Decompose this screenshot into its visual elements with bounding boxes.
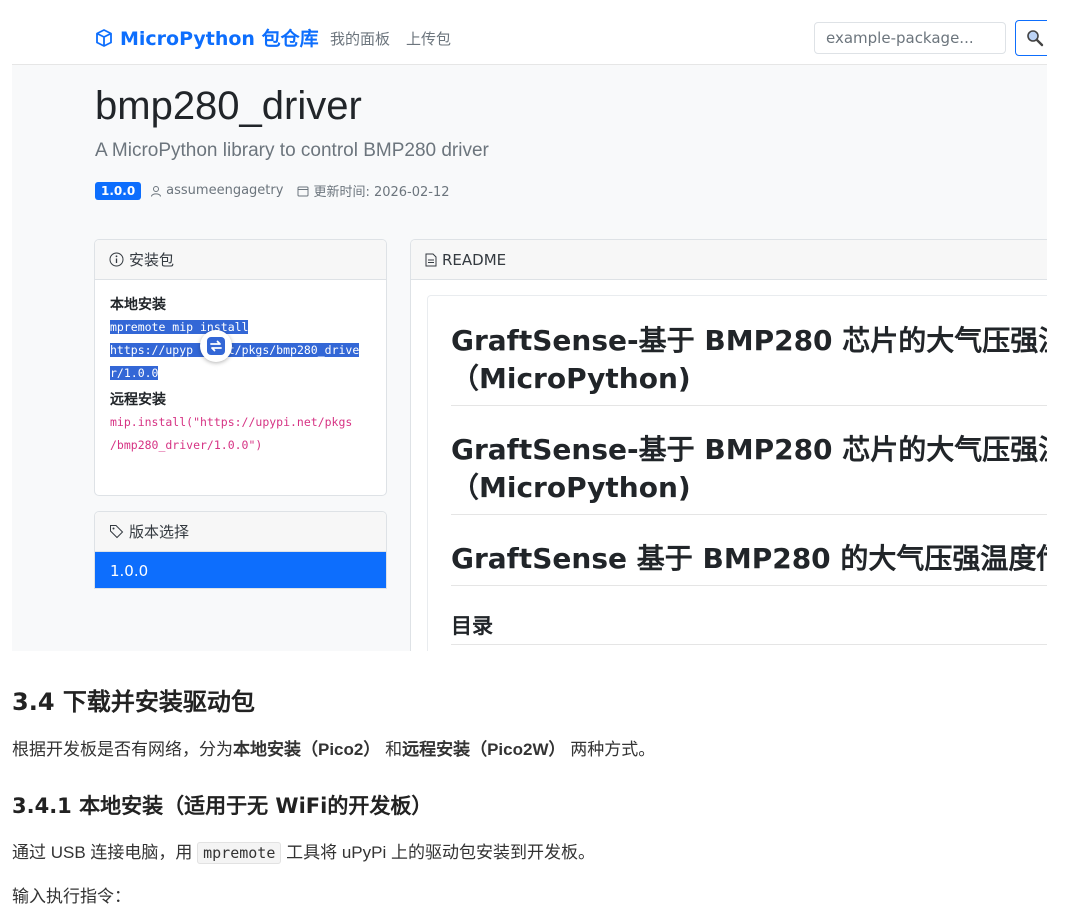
heading-divider [451, 405, 1047, 406]
paragraph-install-methods: 根据开发板是否有网络，分为本地安装（Pico2） 和远程安装（Pico2W） 两… [12, 740, 656, 759]
remote-install-command[interactable]: mip.install("https://upypi.net/pkgs /bmp… [110, 411, 371, 457]
heading-divider [451, 644, 1047, 645]
install-card-header: 安装包 [95, 240, 386, 280]
info-icon [109, 252, 124, 267]
section-heading-3-4: 3.4 下载并安装驱动包 [12, 688, 255, 716]
version-badge: 1.0.0 [95, 181, 142, 200]
install-card: 安装包 本地安装 mpremote mip install https://up… [94, 239, 387, 496]
local-install-title: 本地安装 [110, 297, 166, 313]
local-cmd-line-3: t/pkgs/bmp280_drive [227, 343, 360, 357]
readme-card-title: README [442, 250, 507, 269]
paragraph-enter-command: 输入执行指令： [12, 887, 131, 906]
package-title: bmp280_driver [95, 84, 362, 128]
nav-link-upload[interactable]: 上传包 [406, 28, 451, 49]
updated-time: 更新时间: 2026-02-12 [313, 185, 450, 200]
remote-cmd-line-1: mip.install("https://upypi.net/pkgs [110, 415, 353, 429]
tag-icon [110, 525, 124, 539]
section-heading-3-4-1: 3.4.1 本地安装（适用于无 WiFi的开发板） [12, 794, 433, 818]
browser-screenshot: MicroPython 包仓库 我的面板 上传包 example-package… [12, 0, 1047, 651]
search-icon [1027, 30, 1044, 47]
version-item[interactable]: 1.0.0 [95, 552, 386, 588]
readme-heading-1: GraftSense-基于 BMP280 芯片的大气压强温 （MicroPytho… [451, 324, 1047, 395]
version-card: 版本选择 1.0.0 [94, 511, 387, 589]
paragraph-usb-install: 通过 USB 连接电脑，用 mpremote 工具将 uPyPi 上的驱动包安装… [12, 842, 595, 864]
package-meta: 1.0.0 assumeengagetry 更新时间: 2026-02-12 [95, 181, 450, 200]
readme-heading-2: GraftSense-基于 BMP280 芯片的大气压强温 （MicroPytho… [451, 433, 1047, 504]
calendar-icon [297, 186, 309, 196]
author-name: assumeengagetry [166, 183, 284, 198]
person-icon [151, 185, 162, 197]
search-button[interactable] [1015, 20, 1047, 56]
readme-card-header: README [411, 240, 1047, 280]
readme-heading-3: GraftSense 基于 BMP280 的大气压强温度传 [451, 542, 1047, 575]
navbar: MicroPython 包仓库 我的面板 上传包 example-package… [12, 0, 1047, 65]
file-icon [425, 253, 437, 266]
heading-divider [451, 585, 1047, 586]
local-install-command[interactable]: mpremote mip install https://upyp t/pkgs… [110, 316, 371, 385]
heading-divider [451, 514, 1047, 515]
remote-install-title: 远程安装 [110, 392, 166, 408]
package-description: A MicroPython library to control BMP280 … [95, 140, 489, 161]
translate-swap-icon[interactable] [200, 330, 232, 362]
version-card-title: 版本选择 [129, 523, 190, 541]
nav-link-dashboard[interactable]: 我的面板 [330, 28, 390, 49]
version-card-header: 版本选择 [95, 512, 386, 552]
local-cmd-line-2: https://upyp [110, 343, 194, 357]
search-input[interactable]: example-package... [814, 22, 1006, 54]
local-cmd-line-4: r/1.0.0 [110, 366, 159, 380]
readme-toc-heading: 目录 [451, 614, 493, 638]
inline-code-mpremote: mpremote [197, 842, 282, 864]
remote-cmd-line-2: /bmp280_driver/1.0.0") [110, 438, 263, 452]
local-cmd-line-1: mpremote mip install [110, 320, 249, 334]
brand-label: MicroPython 包仓库 [120, 28, 319, 50]
readme-content: GraftSense-基于 BMP280 芯片的大气压强温 （MicroPytho… [427, 295, 1047, 651]
brand-link[interactable]: MicroPython 包仓库 [94, 24, 319, 51]
readme-card: README GraftSense-基于 BMP280 芯片的大气压强温 （Mic… [410, 239, 1047, 651]
install-card-title: 安装包 [129, 251, 175, 269]
box-icon [96, 28, 112, 47]
